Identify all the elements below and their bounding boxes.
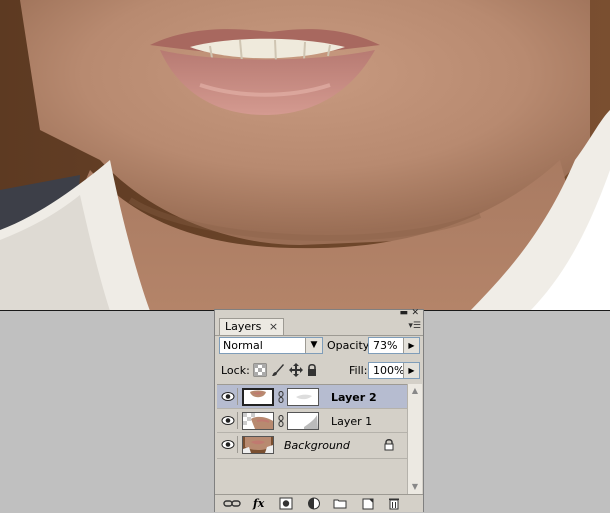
layer-mask-thumbnail[interactable] — [287, 388, 319, 406]
adjustment-icon[interactable] — [307, 497, 321, 510]
fx-icon[interactable]: fx — [253, 497, 269, 510]
lock-icon — [384, 439, 394, 451]
opacity-label: Opacity: — [327, 339, 373, 352]
opacity-field[interactable]: 73% ▶ — [368, 337, 420, 354]
fill-field[interactable]: 100% ▶ — [368, 362, 420, 379]
layer-row-layer-2[interactable]: Layer 2 — [217, 385, 407, 409]
tab-layers-label: Layers — [225, 320, 262, 333]
panel-menu-icon[interactable]: ▾☰ — [408, 321, 421, 331]
layer-thumbnail[interactable] — [242, 412, 274, 430]
lock-icon[interactable] — [305, 363, 319, 377]
opacity-value: 73% — [373, 339, 398, 352]
layer-thumbnail[interactable] — [242, 388, 274, 406]
layer-name[interactable]: Background — [284, 439, 350, 452]
close-panel-icon[interactable]: ✕ — [411, 309, 419, 318]
mask-icon[interactable] — [279, 497, 293, 510]
tab-layers[interactable]: Layers × — [219, 318, 285, 335]
eye-icon[interactable] — [219, 388, 238, 405]
new-layer-icon[interactable] — [361, 497, 375, 510]
chevron-down-icon[interactable]: ▼ — [305, 338, 322, 353]
fill-slider-arrow-icon[interactable]: ▶ — [403, 363, 419, 378]
tab-close-icon[interactable]: × — [269, 320, 278, 333]
trash-icon[interactable] — [387, 497, 401, 510]
layer-row-background[interactable]: Background — [217, 433, 407, 459]
layer-name[interactable]: Layer 1 — [331, 415, 372, 428]
eye-icon[interactable] — [219, 412, 238, 429]
scroll-down-icon[interactable]: ▼ — [408, 480, 422, 494]
layer-list: Layer 2 Layer 1 Background — [217, 384, 407, 459]
fill-label: Fill: — [349, 364, 368, 377]
panel-title-strip[interactable]: ▬ ✕ — [215, 309, 423, 318]
link-layers-icon[interactable] — [223, 497, 241, 510]
layer-list-scrollbar[interactable]: ▲ ▼ — [407, 384, 422, 494]
minimize-icon[interactable]: ▬ — [399, 309, 408, 318]
tab-row: Layers × ▾☰ — [215, 318, 423, 336]
lock-label: Lock: — [221, 364, 250, 377]
image-canvas[interactable] — [0, 0, 610, 311]
blend-mode-value: Normal — [223, 339, 263, 352]
fill-value: 100% — [373, 364, 405, 377]
layer-name[interactable]: Layer 2 — [331, 391, 377, 404]
layer-mask-thumbnail[interactable] — [287, 412, 319, 430]
link-icon[interactable] — [278, 391, 284, 403]
folder-icon[interactable] — [333, 497, 347, 510]
opacity-slider-arrow-icon[interactable]: ▶ — [403, 338, 419, 353]
brush-icon[interactable] — [271, 363, 285, 377]
eye-icon[interactable] — [219, 436, 238, 453]
layer-row-layer-1[interactable]: Layer 1 — [217, 409, 407, 433]
blend-opacity-row: Normal ▼ Opacity: 73% ▶ — [215, 336, 423, 356]
panel-bottom-toolbar: fx — [215, 494, 423, 512]
scroll-up-icon[interactable]: ▲ — [408, 384, 422, 398]
move-icon[interactable] — [289, 363, 303, 377]
photo — [0, 0, 610, 310]
layers-panel: ▬ ✕ Layers × ▾☰ Normal ▼ Opacity: 73% ▶ … — [214, 309, 424, 512]
link-icon[interactable] — [278, 415, 284, 427]
lock-fill-row: Lock: Fill: 100% ▶ — [215, 361, 423, 381]
blend-mode-select[interactable]: Normal ▼ — [219, 337, 323, 354]
layer-thumbnail[interactable] — [242, 436, 274, 454]
checkerboard-icon[interactable] — [253, 363, 267, 377]
